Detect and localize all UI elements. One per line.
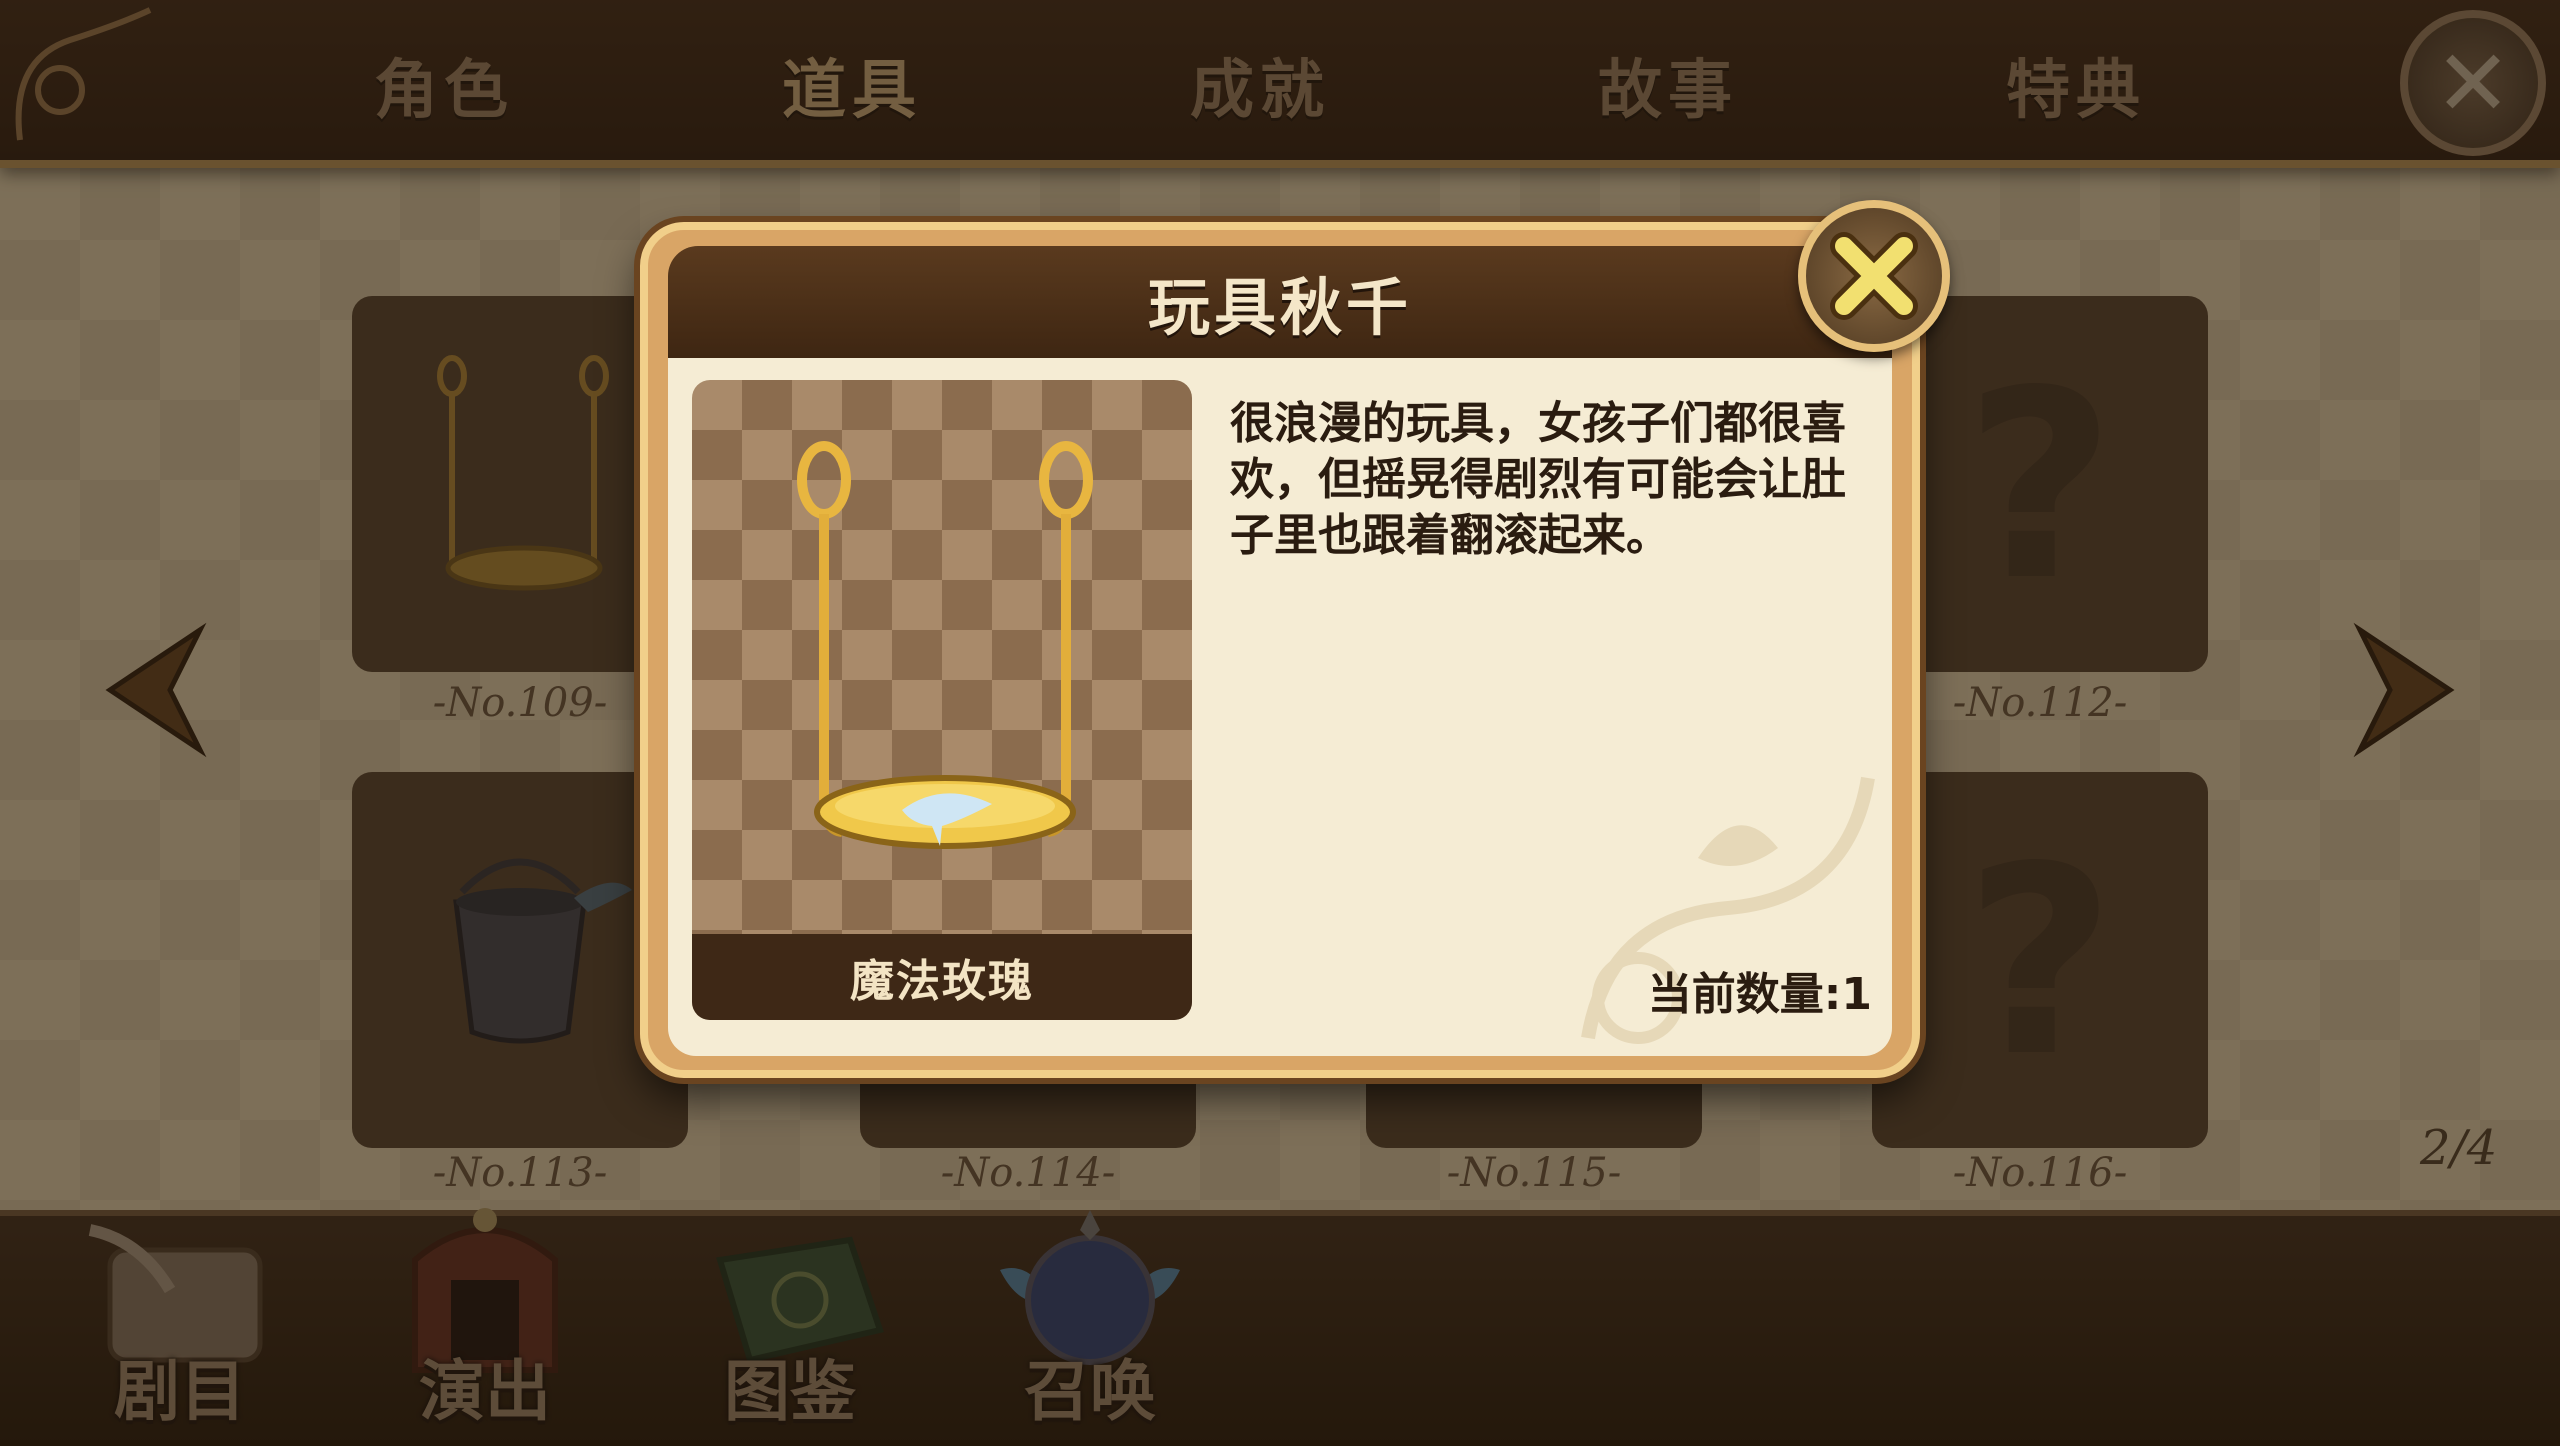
item-name-bar: 魔法玫瑰 <box>692 934 1192 1020</box>
dialog-body: 魔法玫瑰 很浪漫的玩具，女孩子们都很喜欢，但摇晃得剧烈有可能会让肚子里也跟着翻滚… <box>668 358 1892 1056</box>
item-name: 魔法玫瑰 <box>850 956 1034 1007</box>
item-quantity: 当前数量:1 <box>1647 969 1872 1020</box>
item-detail-dialog: 玩具秋千 魔法玫瑰 很浪漫的玩具，女孩子们都很喜欢，但摇晃得剧烈有可能会让肚子里… <box>640 222 1920 1078</box>
item-preview-card: 魔法玫瑰 <box>692 380 1192 1020</box>
swing-icon <box>797 441 1093 849</box>
dialog-header: 玩具秋千 <box>668 246 1892 358</box>
item-description: 很浪漫的玩具，女孩子们都很喜欢，但摇晃得剧烈有可能会让肚子里也跟着翻滚起来。 <box>1230 398 1846 561</box>
dialog-title: 玩具秋千 <box>1147 271 1412 344</box>
close-dialog-button[interactable] <box>1798 200 1950 352</box>
close-icon <box>1830 232 1918 320</box>
